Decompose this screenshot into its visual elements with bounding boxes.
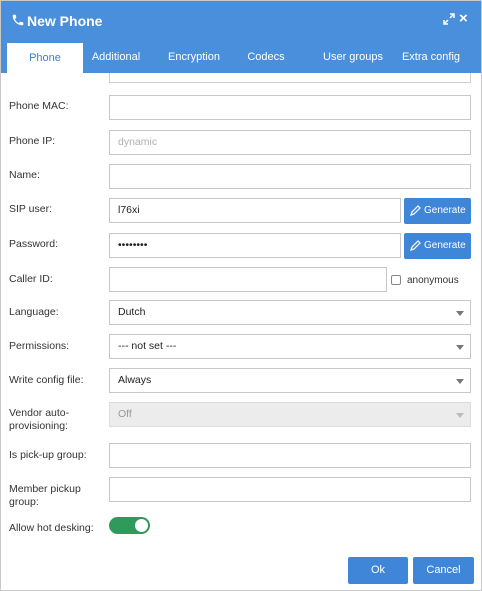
cancel-button[interactable]: Cancel: [413, 557, 474, 584]
name-input[interactable]: [109, 164, 471, 189]
write-config-label: Write config file:: [9, 374, 84, 386]
vendor-auto-value: Off: [118, 408, 132, 420]
tab-user-groups[interactable]: User groups: [317, 41, 389, 73]
permissions-select[interactable]: --- not set ---: [109, 334, 471, 359]
phone-ip-label: Phone IP:: [9, 135, 56, 147]
member-pickup-label: Member pickup group:: [9, 483, 81, 509]
chevron-down-icon: [456, 345, 464, 350]
permissions-value: --- not set ---: [118, 340, 177, 352]
expand-icon[interactable]: [443, 13, 455, 25]
dialog-title: New Phone: [27, 13, 103, 29]
caller-id-input[interactable]: [109, 267, 387, 292]
chevron-down-icon: [456, 413, 464, 418]
sip-user-input[interactable]: l76xi: [109, 198, 401, 223]
generate-label: Generate: [424, 240, 466, 251]
language-select[interactable]: Dutch: [109, 300, 471, 325]
pickup-group-label: Is pick-up group:: [9, 449, 87, 461]
anonymous-checkbox[interactable]: [391, 275, 401, 285]
vendor-auto-select: Off: [109, 402, 471, 427]
name-label: Name:: [9, 169, 40, 181]
language-value: Dutch: [118, 306, 146, 318]
password-input[interactable]: ••••••••: [109, 233, 401, 258]
tab-codecs[interactable]: Codecs: [237, 41, 295, 73]
hot-desking-label: Allow hot desking:: [9, 522, 94, 534]
tab-phone[interactable]: Phone: [7, 41, 83, 73]
member-pickup-label-line2: group:: [9, 496, 39, 508]
pencil-icon: [410, 240, 421, 251]
anonymous-label: anonymous: [407, 275, 459, 286]
chevron-down-icon: [456, 379, 464, 384]
dialog-titlebar: New Phone ×: [1, 1, 481, 41]
language-label: Language:: [9, 306, 59, 318]
member-pickup-label-line1: Member pickup: [9, 483, 81, 495]
vendor-auto-label: Vendor auto- provisioning:: [9, 407, 69, 433]
phone-icon: [12, 14, 24, 26]
generate-label: Generate: [424, 205, 466, 216]
pickup-group-input[interactable]: [109, 443, 471, 468]
chevron-down-icon: [456, 311, 464, 316]
previous-field-bottom: [109, 73, 471, 83]
vendor-auto-label-line1: Vendor auto-: [9, 407, 70, 419]
tab-bar: Phone Additional Encryption Codecs User …: [1, 41, 481, 73]
toggle-knob: [135, 519, 148, 532]
member-pickup-input[interactable]: [109, 477, 471, 502]
phone-mac-input[interactable]: [109, 95, 471, 120]
write-config-select[interactable]: Always: [109, 368, 471, 393]
sip-user-label: SIP user:: [9, 203, 52, 215]
permissions-label: Permissions:: [9, 340, 70, 352]
write-config-value: Always: [118, 374, 152, 386]
pencil-icon: [410, 205, 421, 216]
new-phone-dialog: New Phone × Phone Additional Encryption …: [0, 0, 482, 591]
vendor-auto-label-line2: provisioning:: [9, 420, 68, 432]
hot-desking-toggle[interactable]: [109, 517, 150, 534]
tab-encryption[interactable]: Encryption: [159, 41, 229, 73]
phone-ip-input[interactable]: dynamic: [109, 130, 471, 155]
close-icon[interactable]: ×: [459, 11, 468, 26]
caller-id-label: Caller ID:: [9, 273, 53, 285]
password-generate-button[interactable]: Generate: [404, 233, 471, 259]
ok-button[interactable]: Ok: [348, 557, 408, 584]
tab-additional[interactable]: Additional: [83, 41, 149, 73]
tab-extra-config[interactable]: Extra config: [397, 41, 465, 73]
phone-mac-label: Phone MAC:: [9, 100, 69, 112]
sip-user-generate-button[interactable]: Generate: [404, 198, 471, 224]
password-label: Password:: [9, 238, 59, 250]
